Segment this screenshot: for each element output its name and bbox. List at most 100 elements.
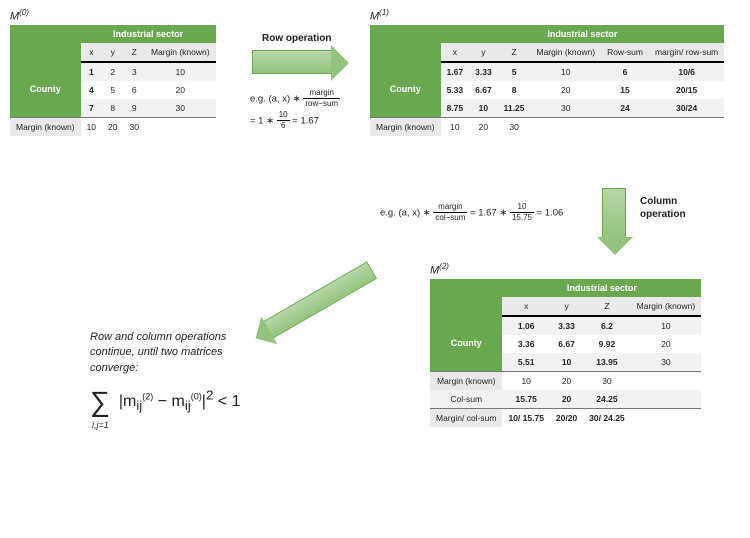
cell: 3 (124, 62, 145, 81)
cell: 10/ 15.75 (502, 408, 549, 427)
row-margin-label: Margin (known) (370, 117, 441, 136)
m0-side-header: County (10, 62, 81, 118)
m1-label-sup: (1) (379, 8, 389, 17)
cell: 6.2 (583, 316, 630, 335)
m2-label-sup: (2) (439, 262, 449, 271)
col-y: y (550, 297, 583, 316)
frac-d: row−sum (303, 99, 340, 109)
convergence-block: Row and column operations continue, unti… (90, 330, 350, 421)
col-margin: Margin (known) (530, 43, 601, 62)
m2-top-header: Industrial sector (502, 279, 701, 297)
row-margin-label: Margin (known) (10, 117, 81, 136)
txt: = 1 ∗ (250, 115, 277, 126)
m1-table: Industrial sector x y Z Margin (known) R… (370, 25, 724, 136)
cell: 6 (124, 81, 145, 99)
sigma-sub: i,j=1 (92, 419, 109, 432)
cell: 1.06 (502, 316, 549, 335)
m1-label: M(1) (370, 8, 724, 23)
col-op-title: Column operation (640, 195, 710, 221)
cell: 1.67 (441, 62, 470, 81)
frac-n: 10 (277, 110, 290, 121)
cell: 6.67 (469, 81, 498, 99)
cell: 30 (530, 99, 601, 118)
cell: 20/20 (550, 408, 583, 427)
cell: 20 (145, 81, 216, 99)
m2-label: M(2) (430, 262, 701, 277)
cell: 10 (502, 371, 549, 390)
txt: = 1.67 (292, 115, 319, 126)
txt: = 1.06 (537, 207, 564, 218)
col-z: Z (124, 43, 145, 62)
cell: 4 (81, 81, 102, 99)
txt: e.g. (a, x) ∗ (250, 93, 303, 104)
cell: 2 (102, 62, 123, 81)
cell: 20 (550, 390, 583, 409)
col-y: y (469, 43, 498, 62)
cell: 24.25 (583, 390, 630, 409)
m2-side-header: County (430, 316, 502, 372)
m1-side-header: County (370, 62, 441, 118)
col-x: x (502, 297, 549, 316)
col-margin: Margin (known) (631, 297, 702, 316)
m1-label-base: M (370, 11, 379, 23)
convergence-formula: ∑i,j=1 |mij(2) − mij(0)|2 < 1 (90, 382, 350, 421)
col-margin: Margin (known) (145, 43, 216, 62)
m0-top-header: Industrial sector (81, 25, 216, 43)
cell: 9.92 (583, 335, 630, 353)
cell: 20 (469, 117, 498, 136)
cell: 10 (81, 117, 102, 136)
cell: 30 (145, 99, 216, 118)
arrow-row-op (252, 50, 332, 74)
cell: 8.75 (441, 99, 470, 118)
m1-top-header: Industrial sector (441, 25, 725, 43)
cell: 10/6 (649, 62, 724, 81)
cell: 11.25 (498, 99, 531, 118)
frac-n: margin (303, 88, 340, 99)
cell: 10 (441, 117, 470, 136)
col-mrs: margin/ row-sum (649, 43, 724, 62)
cell: 8 (102, 99, 123, 118)
frac-d: 15.75 (510, 213, 534, 223)
cell: 6.67 (550, 335, 583, 353)
matrix-m0: M(0) Industrial sector x y Z Margin (kno… (10, 8, 216, 136)
col-x: x (81, 43, 102, 62)
cell: 1 (81, 62, 102, 81)
m0-label-sup: (0) (19, 8, 29, 17)
m2-table: Industrial sector x y Z Margin (known) C… (430, 279, 701, 427)
cell: 5.33 (441, 81, 470, 99)
row-mcs-label: Margin/ col-sum (430, 408, 502, 427)
cell: 10 (530, 62, 601, 81)
cell: 15.75 (502, 390, 549, 409)
frac-d: col−sum (433, 213, 467, 223)
m0-label-base: M (10, 11, 19, 23)
m0-label: M(0) (10, 8, 216, 23)
col-op-example: e.g. (a, x) ∗ margincol−sum = 1.67 ∗ 101… (380, 202, 563, 224)
cell: 20 (550, 371, 583, 390)
cell: 8 (498, 81, 531, 99)
m0-table: Industrial sector x y Z Margin (known) C… (10, 25, 216, 136)
cell: 3.33 (469, 62, 498, 81)
cell: 24 (601, 99, 649, 118)
col-z: Z (583, 297, 630, 316)
cell: 5.51 (502, 353, 549, 372)
frac-n: margin (433, 202, 467, 213)
row-op-example: e.g. (a, x) ∗ marginrow−sum = 1 ∗ 106 = … (250, 88, 340, 132)
txt: e.g. (a, x) ∗ (380, 207, 433, 218)
cell: 6 (601, 62, 649, 81)
row-margin-label: Margin (known) (430, 371, 502, 390)
cell: 30 (631, 353, 702, 372)
row-op-title: Row operation (262, 32, 331, 45)
cell: 9 (124, 99, 145, 118)
cell: 30/24 (649, 99, 724, 118)
frac-n: 10 (510, 202, 534, 213)
matrix-m2: M(2) Industrial sector x y Z Margin (kno… (430, 262, 701, 427)
cell: 10 (631, 316, 702, 335)
sigma-icon: ∑i,j=1 (90, 382, 110, 421)
cell: 5 (498, 62, 531, 81)
cell: 30 (498, 117, 531, 136)
cell: 30/ 24.25 (583, 408, 630, 427)
cell: 15 (601, 81, 649, 99)
m2-label-base: M (430, 265, 439, 277)
cell: 7 (81, 99, 102, 118)
matrix-m1: M(1) Industrial sector x y Z Margin (kno… (370, 8, 724, 136)
